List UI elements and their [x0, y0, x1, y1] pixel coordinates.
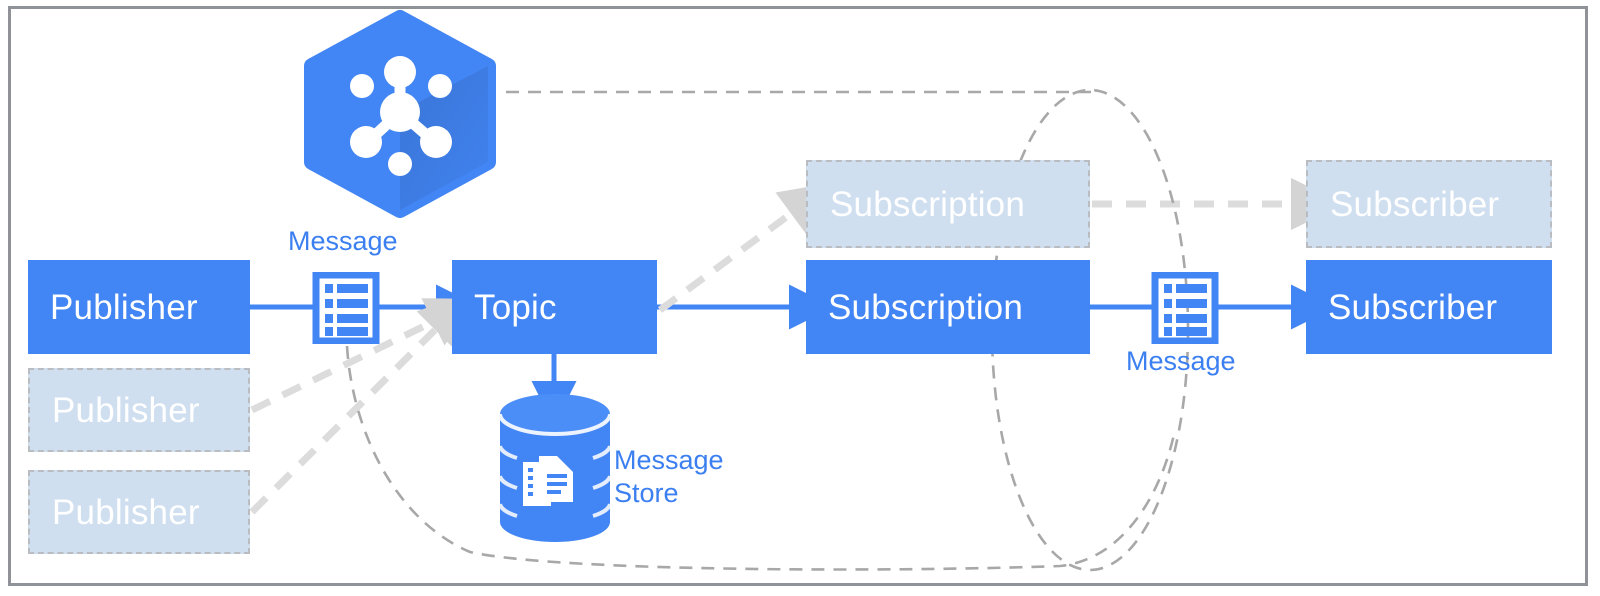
node-label: Subscriber	[1328, 287, 1498, 327]
google-cloud-pubsub-hexagon-logo	[288, 8, 516, 220]
diagram-canvas: Message Publisher Publisher Publisher To	[0, 0, 1600, 596]
message-label-right: Message	[1126, 346, 1236, 376]
message-list-icon-right	[1151, 271, 1219, 345]
node-subscriber-ghost[interactable]: Subscriber	[1306, 160, 1552, 248]
node-label: Subscription	[830, 184, 1026, 224]
message-label-left: Message	[288, 226, 398, 256]
node-label: Publisher	[50, 287, 198, 327]
message-store-label-line1: Message	[614, 445, 724, 475]
message-store-cylinder-icon	[495, 394, 615, 544]
node-subscriber-active[interactable]: Subscriber	[1306, 260, 1552, 354]
node-publisher-ghost-1[interactable]: Publisher	[28, 368, 250, 452]
node-subscription-active[interactable]: Subscription	[806, 260, 1090, 354]
node-subscription-ghost[interactable]: Subscription	[806, 160, 1090, 248]
message-list-icon-left	[312, 271, 380, 345]
node-label: Topic	[474, 287, 557, 327]
node-publisher-ghost-2[interactable]: Publisher	[28, 470, 250, 554]
node-label: Subscription	[828, 287, 1024, 327]
node-label: Publisher	[52, 492, 200, 532]
node-label: Subscriber	[1330, 184, 1500, 224]
node-publisher-active[interactable]: Publisher	[28, 260, 250, 354]
message-store-label-line2: Store	[614, 477, 679, 508]
node-label: Publisher	[52, 390, 200, 430]
node-topic[interactable]: Topic	[452, 260, 657, 354]
message-store-label: Message Store	[614, 444, 724, 510]
